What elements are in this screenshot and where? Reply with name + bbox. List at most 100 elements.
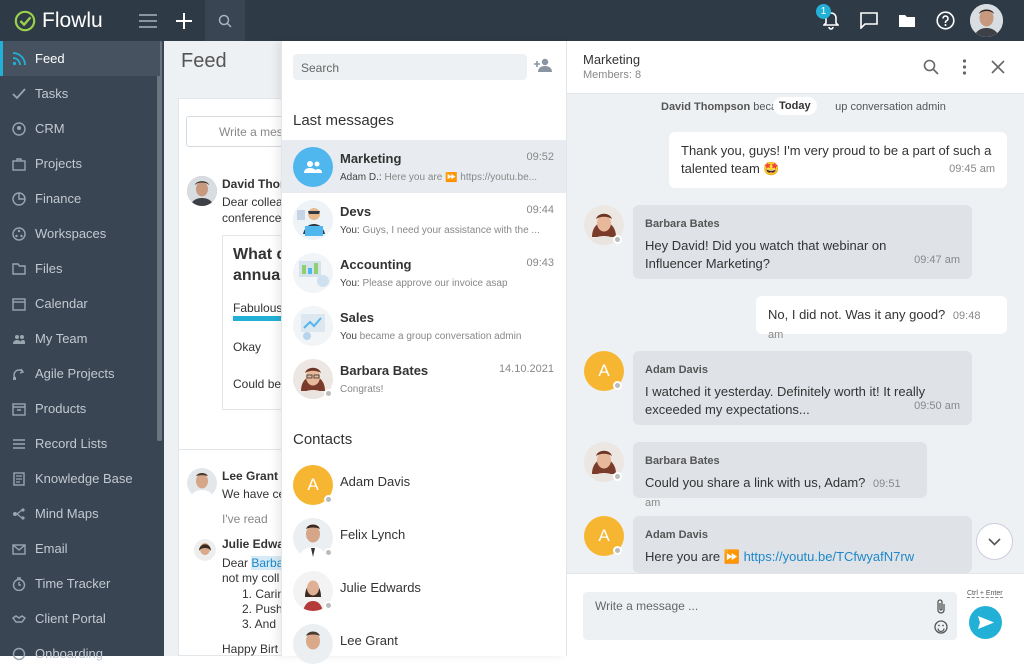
chat-preview: Congrats! xyxy=(340,384,384,395)
accounting-avatar xyxy=(293,253,333,293)
sidebar-item-mind-maps[interactable]: Mind Maps xyxy=(0,496,160,531)
chat-preview: Adam D.: Here you are ⏩ https://youtu.be… xyxy=(340,172,550,183)
sidebar-item-knowledge-base[interactable]: Knowledge Base xyxy=(0,461,160,496)
poll-option[interactable]: Okay xyxy=(233,340,261,354)
sidebar-item-workspaces[interactable]: Workspaces xyxy=(0,216,160,251)
contact-adam-davis[interactable]: A Adam Davis xyxy=(282,458,566,511)
chat-preview: You: Please approve our invoice asap xyxy=(340,278,550,289)
agile-icon xyxy=(13,368,25,380)
sidebar-item-client-portal[interactable]: Client Portal xyxy=(0,601,160,636)
folder-icon[interactable] xyxy=(896,0,918,41)
sidebar-item-calendar[interactable]: Calendar xyxy=(0,286,160,321)
sidebar-item-time-tracker[interactable]: Time Tracker xyxy=(0,566,160,601)
search-icon[interactable] xyxy=(205,0,245,41)
contact-name: Adam Davis xyxy=(340,474,411,489)
more-options-icon[interactable] xyxy=(962,59,967,80)
list-icon xyxy=(13,438,25,449)
pie-icon xyxy=(12,191,26,206)
contact-name: Lee Grant xyxy=(340,633,398,648)
message-input[interactable]: Write a message ... xyxy=(583,592,957,640)
chat-item-marketing[interactable]: Marketing 09:52 Adam D.: Here you are ⏩ … xyxy=(282,140,566,193)
chat-time: 09:44 xyxy=(526,204,554,216)
hamburger-menu-icon[interactable] xyxy=(138,0,158,41)
message-text: Could you share a link with us, Adam? xyxy=(645,475,866,490)
mindmap-icon xyxy=(13,507,25,520)
post-text-line: Dear collea xyxy=(222,195,283,209)
sidebar-item-feed[interactable]: Feed xyxy=(0,41,160,76)
sidebar-item-crm[interactable]: CRM xyxy=(0,111,160,146)
chat-name: Barbara Bates xyxy=(340,363,429,378)
message-sender: Barbara Bates xyxy=(645,455,720,467)
read-status[interactable]: I've read xyxy=(222,512,268,526)
sidebar-item-agile-projects[interactable]: Agile Projects xyxy=(0,356,160,391)
send-shortcut-hint: Ctrl + Enter xyxy=(967,590,1003,598)
message-outgoing: Thank you, guys! I'm very proud to be a … xyxy=(669,132,1007,188)
chat-name: Accounting xyxy=(340,257,412,272)
last-messages-title: Last messages xyxy=(293,112,394,129)
sidebar-item-products[interactable]: Products xyxy=(0,391,160,426)
reply-text-part: Dear xyxy=(222,556,249,570)
group-icon xyxy=(293,147,333,187)
send-button[interactable] xyxy=(969,606,1002,639)
handshake-icon xyxy=(12,614,26,623)
poll-option[interactable]: Could be xyxy=(233,377,281,391)
mention-tag[interactable]: Barba xyxy=(251,556,284,570)
reply-author: Julie Edwa xyxy=(222,537,285,551)
chat-item-barbara-bates[interactable]: Barbara Bates 14.10.2021 Congrats! xyxy=(282,352,566,405)
post-text-line: We have ce xyxy=(222,487,286,501)
chat-members-count[interactable]: Members: 8 xyxy=(583,69,641,81)
contact-avatar xyxy=(293,624,333,664)
sidebar-item-finance[interactable]: Finance xyxy=(0,181,160,216)
contact-felix-lynch[interactable]: Felix Lynch xyxy=(282,511,566,564)
message-time: 09:50 am xyxy=(914,400,960,412)
add-contact-icon[interactable] xyxy=(534,57,554,78)
reply-avatar xyxy=(194,539,216,561)
feed-title: Feed xyxy=(181,50,227,72)
feed-write-input[interactable]: Write a mes xyxy=(186,116,296,147)
chat-title: Marketing xyxy=(583,52,641,67)
poll-option[interactable]: Fabulous xyxy=(233,301,282,315)
chat-item-accounting[interactable]: Accounting 09:43 You: Please approve our… xyxy=(282,246,566,299)
add-icon[interactable] xyxy=(174,0,194,41)
reply-text: Dear Barba xyxy=(222,556,284,570)
close-icon[interactable] xyxy=(991,60,1005,79)
chat-name: Sales xyxy=(340,310,374,325)
chat-item-devs[interactable]: Devs 09:44 You: Guys, I need your assist… xyxy=(282,193,566,246)
sidebar-item-label: Agile Projects xyxy=(35,366,115,381)
chat-search-icon[interactable] xyxy=(923,59,939,80)
chat-preview-sender: You xyxy=(340,331,357,342)
sidebar-item-tasks[interactable]: Tasks xyxy=(0,76,160,111)
chat-item-sales[interactable]: Sales You became a group conversation ad… xyxy=(282,299,566,352)
calendar-icon xyxy=(12,297,26,311)
sidebar-item-onboarding[interactable]: Onboarding xyxy=(0,636,160,671)
help-icon[interactable] xyxy=(934,0,956,41)
sidebar-item-projects[interactable]: Projects xyxy=(0,146,160,181)
sidebar-item-label: Workspaces xyxy=(35,226,107,241)
emoji-icon[interactable] xyxy=(934,620,948,639)
contact-lee-grant[interactable]: Lee Grant xyxy=(282,617,566,670)
contact-julie-edwards[interactable]: Julie Edwards xyxy=(282,564,566,617)
message-link[interactable]: https://youtu.be/TCfwyafN7rw xyxy=(744,549,915,564)
sidebar-item-email[interactable]: Email xyxy=(0,531,160,566)
post-avatar xyxy=(187,176,217,206)
sidebar-item-label: Files xyxy=(35,261,63,276)
message-time: 09:47 am xyxy=(914,254,960,266)
chat-time: 09:43 xyxy=(526,257,554,269)
poll-title: What d xyxy=(233,246,287,263)
chat-preview: You became a group conversation admin xyxy=(340,331,550,342)
logo-check-icon xyxy=(14,10,36,32)
sidebar-item-label: Client Portal xyxy=(35,611,106,626)
sidebar-item-my-team[interactable]: My Team xyxy=(0,321,160,356)
scroll-down-button[interactable] xyxy=(976,523,1013,560)
message-incoming: Adam Davis Here you are ⏩ https://youtu.… xyxy=(633,516,972,573)
chat-search-input[interactable]: Search xyxy=(293,54,527,80)
sidebar-item-record-lists[interactable]: Record Lists xyxy=(0,426,160,461)
sidebar-item-files[interactable]: Files xyxy=(0,251,160,286)
chat-preview-sender: Adam D.: xyxy=(340,172,382,183)
user-avatar[interactable] xyxy=(970,4,1003,37)
reply-text: not my coll xyxy=(222,571,280,585)
flowlu-logo[interactable]: Flowlu xyxy=(14,9,103,33)
chat-icon[interactable] xyxy=(858,0,880,41)
message-text: Here you are ⏩ xyxy=(645,549,740,564)
attach-icon[interactable] xyxy=(936,598,946,619)
